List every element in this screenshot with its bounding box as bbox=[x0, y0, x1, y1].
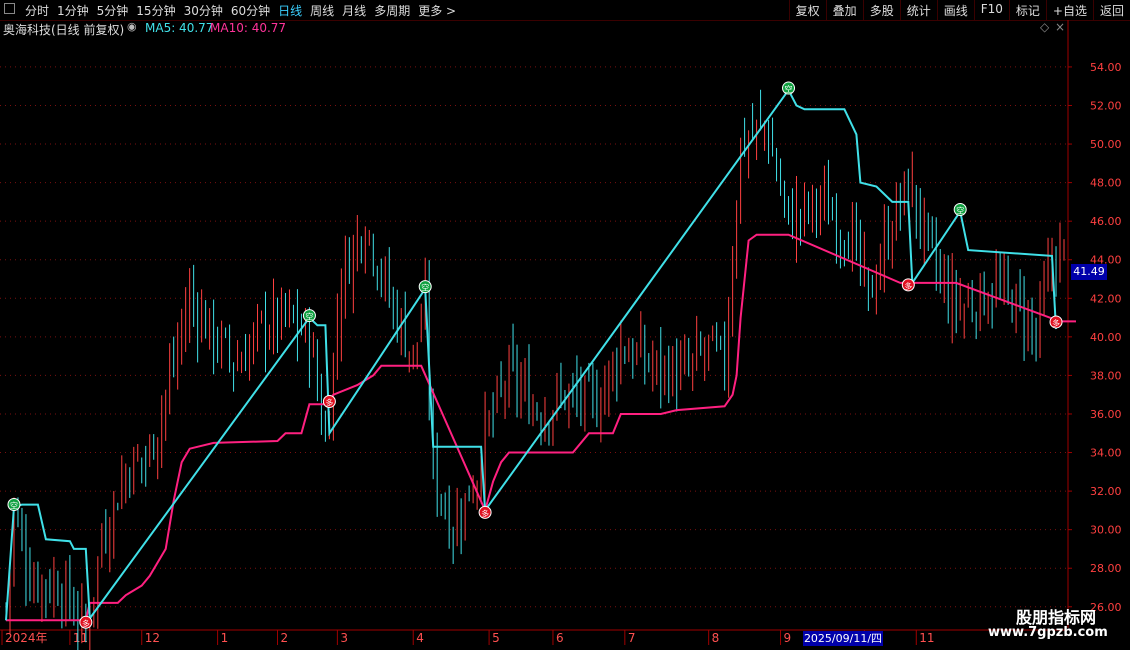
y-tick-label-1: 28.00 bbox=[1090, 562, 1122, 575]
buy-signal-mark-1: 多 bbox=[325, 398, 333, 408]
y-tick-label-5: 36.00 bbox=[1090, 408, 1122, 421]
resistance-line bbox=[5, 88, 1057, 622]
candlestick-chart[interactable]: 26.0028.0030.0032.0034.0036.0038.0040.00… bbox=[0, 0, 1130, 650]
sell-signal-mark-3: 空 bbox=[785, 84, 793, 94]
x-tick-label-7: 5 bbox=[492, 631, 500, 645]
y-tick-label-4: 34.00 bbox=[1090, 447, 1122, 460]
y-tick-label-3: 32.00 bbox=[1090, 485, 1122, 498]
y-tick-label-14: 54.00 bbox=[1090, 61, 1122, 74]
x-tick-label-5: 3 bbox=[340, 631, 348, 645]
buy-signal-mark-2: 多 bbox=[481, 508, 489, 518]
sell-signal-mark-2: 空 bbox=[421, 283, 429, 293]
buy-signal-mark-4: 多 bbox=[1052, 318, 1060, 328]
y-tick-label-2: 30.00 bbox=[1090, 524, 1122, 537]
x-tick-label-8: 6 bbox=[556, 631, 564, 645]
y-tick-label-13: 52.00 bbox=[1090, 99, 1122, 112]
x-tick-label-6: 4 bbox=[416, 631, 424, 645]
buy-signal-mark-0: 多 bbox=[82, 618, 90, 628]
cursor-date-label: 2025/09/11/四 bbox=[803, 631, 883, 646]
y-tick-label-8: 42.00 bbox=[1090, 292, 1122, 305]
x-tick-label-3: 1 bbox=[221, 631, 229, 645]
watermark-url: www.7gpzb.com bbox=[988, 625, 1108, 640]
sell-signal-mark-0: 空 bbox=[10, 501, 18, 511]
x-tick-label-11: 9 bbox=[784, 631, 792, 645]
y-tick-label-7: 40.00 bbox=[1090, 331, 1122, 344]
current-price-label: 41.49 bbox=[1071, 264, 1107, 280]
x-tick-label-2: 12 bbox=[145, 631, 160, 645]
x-tick-label-4: 2 bbox=[280, 631, 288, 645]
buy-signal-mark-3: 多 bbox=[904, 281, 912, 291]
y-tick-label-6: 38.00 bbox=[1090, 369, 1122, 382]
sell-signal-mark-4: 空 bbox=[956, 206, 964, 216]
x-tick-label-10: 8 bbox=[712, 631, 720, 645]
y-tick-label-12: 50.00 bbox=[1090, 138, 1122, 151]
x-tick-label-0: 2024年 bbox=[5, 631, 48, 645]
x-tick-label-9: 7 bbox=[628, 631, 636, 645]
y-tick-label-11: 48.00 bbox=[1090, 177, 1122, 190]
y-tick-label-10: 46.00 bbox=[1090, 215, 1122, 228]
sell-signal-mark-1: 空 bbox=[305, 312, 313, 322]
x-tick-label-13: 11 bbox=[919, 631, 934, 645]
